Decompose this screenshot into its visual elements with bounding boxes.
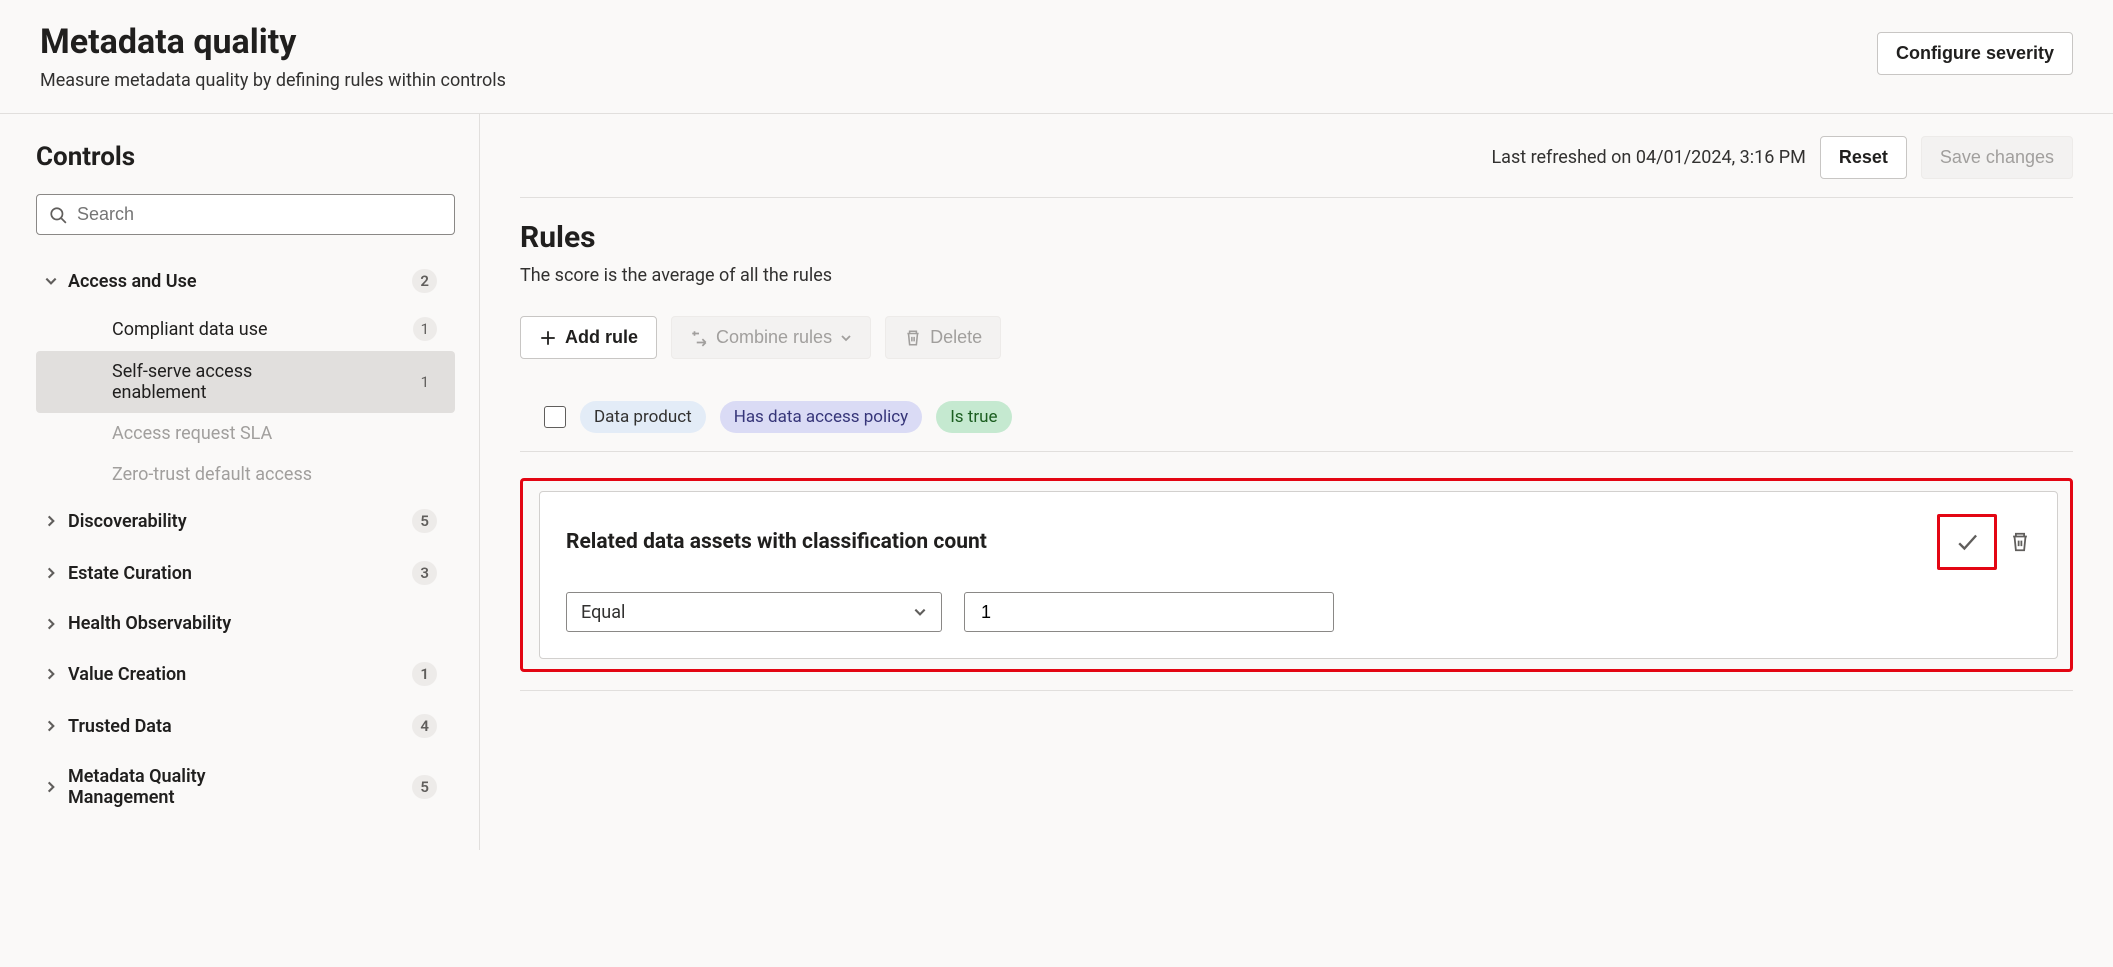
reset-button[interactable]: Reset xyxy=(1820,136,1907,179)
value-input[interactable] xyxy=(979,601,1319,624)
main-content: Last refreshed on 04/01/2024, 3:16 PM Re… xyxy=(480,114,2113,850)
configure-severity-label: Configure severity xyxy=(1896,43,2054,64)
operator-select[interactable]: Equal xyxy=(566,592,942,632)
sidebar-item-label: Self-serve access enablement xyxy=(112,361,332,403)
sidebar-group-label: Estate Curation xyxy=(68,563,192,584)
tag-condition: Is true xyxy=(936,401,1011,433)
sidebar-item-access-request-sla[interactable]: Access request SLA xyxy=(36,413,455,454)
count-badge: 4 xyxy=(412,714,437,738)
sidebar: Controls Access and Use 2 xyxy=(0,114,480,850)
combine-icon xyxy=(690,329,708,347)
save-label: Save changes xyxy=(1940,147,2054,168)
sidebar-group-label: Metadata Quality Management xyxy=(68,766,308,808)
search-input-wrapper[interactable] xyxy=(36,194,455,235)
save-changes-button: Save changes xyxy=(1921,136,2073,179)
sidebar-group-estate-curation[interactable]: Estate Curation 3 xyxy=(36,547,455,599)
page-title: Metadata quality xyxy=(40,22,506,62)
rule-row[interactable]: Data product Has data access policy Is t… xyxy=(520,387,2073,452)
sidebar-group-health-observability[interactable]: Health Observability xyxy=(36,599,455,648)
count-badge: 2 xyxy=(412,269,437,293)
search-input[interactable] xyxy=(75,203,442,226)
sidebar-group-trusted-data[interactable]: Trusted Data 4 xyxy=(36,700,455,752)
sidebar-item-label: Access request SLA xyxy=(112,423,272,444)
sidebar-heading: Controls xyxy=(36,142,455,172)
trash-icon xyxy=(904,329,922,347)
tag-attribute: Has data access policy xyxy=(720,401,923,433)
rules-subheading: The score is the average of all the rule… xyxy=(520,265,2073,286)
sidebar-group-access-and-use[interactable]: Access and Use 2 xyxy=(36,255,455,307)
add-rule-button[interactable]: Add rule xyxy=(520,316,657,359)
sidebar-group-discoverability[interactable]: Discoverability 5 xyxy=(36,495,455,547)
configure-severity-button[interactable]: Configure severity xyxy=(1877,32,2073,75)
sidebar-item-label: Compliant data use xyxy=(112,319,268,340)
chevron-right-icon xyxy=(44,780,58,794)
chevron-right-icon xyxy=(44,667,58,681)
sidebar-group-label: Health Observability xyxy=(68,613,231,634)
sidebar-group-label: Discoverability xyxy=(68,511,187,532)
operator-value: Equal xyxy=(581,602,625,623)
chevron-right-icon xyxy=(44,566,58,580)
tag-scope: Data product xyxy=(580,401,706,433)
count-badge: 1 xyxy=(413,317,437,341)
chevron-down-icon xyxy=(840,332,852,344)
chevron-down-icon xyxy=(44,274,58,288)
confirm-rule-highlight xyxy=(1937,514,1997,570)
edit-rule-card: Related data assets with classification … xyxy=(539,491,2058,659)
page-subtitle: Measure metadata quality by defining rul… xyxy=(40,70,506,91)
rules-heading: Rules xyxy=(520,220,2073,255)
add-rule-label: Add rule xyxy=(565,327,638,348)
chevron-right-icon xyxy=(44,514,58,528)
edit-rule-highlight: Related data assets with classification … xyxy=(520,478,2073,672)
sidebar-group-metadata-quality-mgmt[interactable]: Metadata Quality Management 5 xyxy=(36,752,455,822)
sidebar-group-label: Trusted Data xyxy=(68,716,172,737)
count-badge: 1 xyxy=(412,662,437,686)
check-icon[interactable] xyxy=(1954,529,1980,555)
chevron-right-icon xyxy=(44,617,58,631)
delete-rule-label: Delete xyxy=(930,327,982,348)
sidebar-item-self-serve-access[interactable]: Self-serve access enablement 1 xyxy=(36,351,455,413)
sidebar-item-compliant-data-use[interactable]: Compliant data use 1 xyxy=(36,307,455,351)
count-badge: 5 xyxy=(412,775,437,799)
search-icon xyxy=(49,206,67,224)
chevron-right-icon xyxy=(44,719,58,733)
chevron-down-icon xyxy=(913,605,927,619)
count-badge: 1 xyxy=(413,370,437,394)
combine-rules-button: Combine rules xyxy=(671,316,871,359)
edit-rule-title: Related data assets with classification … xyxy=(566,530,987,554)
sidebar-group-label: Value Creation xyxy=(68,664,186,685)
sidebar-item-zero-trust[interactable]: Zero-trust default access xyxy=(36,454,455,495)
value-input-wrapper[interactable] xyxy=(964,592,1334,632)
sidebar-group-value-creation[interactable]: Value Creation 1 xyxy=(36,648,455,700)
last-refreshed-text: Last refreshed on 04/01/2024, 3:16 PM xyxy=(1491,147,1805,168)
count-badge: 5 xyxy=(412,509,437,533)
sidebar-item-label: Zero-trust default access xyxy=(112,464,312,485)
delete-rule-button: Delete xyxy=(885,316,1001,359)
trash-icon[interactable] xyxy=(2009,531,2031,553)
rule-checkbox[interactable] xyxy=(544,406,566,428)
reset-label: Reset xyxy=(1839,147,1888,168)
count-badge: 3 xyxy=(412,561,437,585)
combine-rules-label: Combine rules xyxy=(716,327,832,348)
sidebar-group-label: Access and Use xyxy=(68,271,197,292)
plus-icon xyxy=(539,329,557,347)
